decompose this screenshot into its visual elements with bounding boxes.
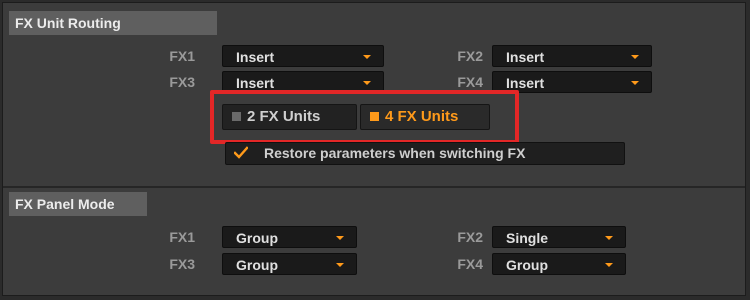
checkmark-icon [234,146,248,159]
chevron-down-icon [336,263,344,267]
fx2-routing-value: Insert [506,49,545,65]
fx2-routing-dropdown[interactable]: Insert [492,45,652,67]
restore-parameters-label: Restore parameters when switching FX [264,145,526,161]
fx2-label: FX2 [457,48,483,64]
fx2-panel-mode-dropdown[interactable]: Single [492,226,626,248]
fx4-panel-mode-value: Group [506,257,548,273]
fx1-label: FX1 [169,229,195,245]
fx1-panel-mode-value: Group [236,230,278,246]
fx1-label: FX1 [169,48,195,64]
chevron-down-icon [631,81,639,85]
restore-parameters-toggle[interactable]: Restore parameters when switching FX [225,142,625,165]
fx3-panel-mode-dropdown[interactable]: Group [222,253,357,275]
chevron-down-icon [631,55,639,59]
highlight-box [210,90,519,144]
section-divider [3,186,745,188]
fx4-routing-value: Insert [506,75,545,91]
fx3-label: FX3 [169,256,195,272]
chevron-down-icon [605,236,613,240]
fx1-routing-value: Insert [236,49,275,65]
preferences-panel: FX Unit Routing FX1 Insert FX2 Insert FX… [2,2,746,296]
section-header-fx-unit-routing: FX Unit Routing [9,11,217,35]
chevron-down-icon [363,55,371,59]
chevron-down-icon [363,81,371,85]
fx3-label: FX3 [169,74,195,90]
fx4-panel-mode-dropdown[interactable]: Group [492,253,626,275]
fx4-label: FX4 [457,256,483,272]
fx3-panel-mode-value: Group [236,257,278,273]
chevron-down-icon [336,236,344,240]
fx1-routing-dropdown[interactable]: Insert [222,45,384,67]
chevron-down-icon [605,263,613,267]
fx2-label: FX2 [457,229,483,245]
fx3-routing-value: Insert [236,75,275,91]
section-header-fx-panel-mode: FX Panel Mode [9,192,147,216]
fx1-panel-mode-dropdown[interactable]: Group [222,226,357,248]
fx2-panel-mode-value: Single [506,230,549,246]
